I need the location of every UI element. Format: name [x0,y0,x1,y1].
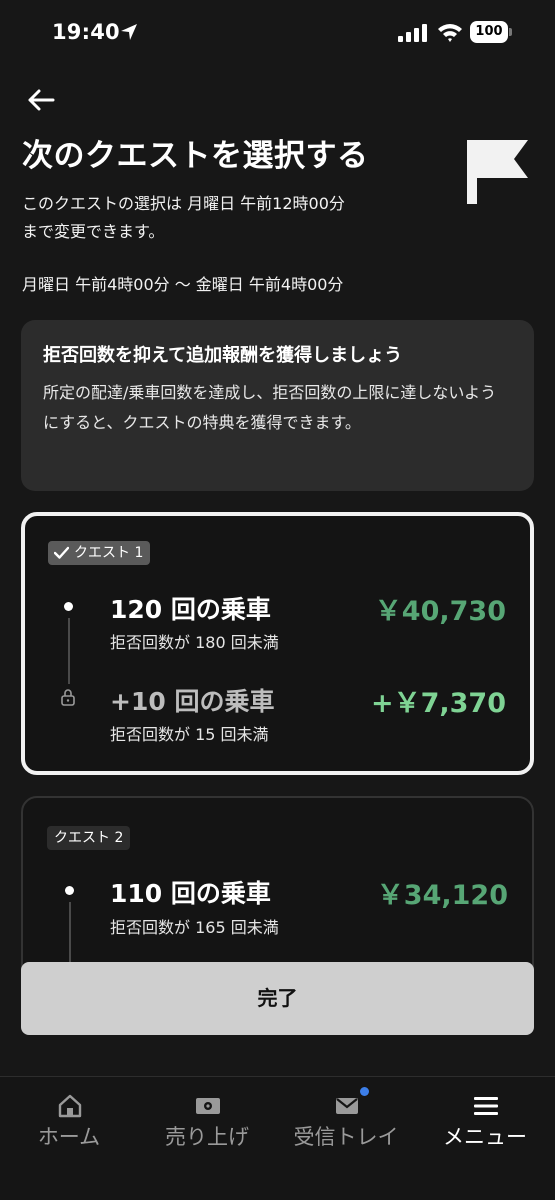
nav-label-inbox: 受信トレイ [293,1125,399,1149]
battery-indicator: 100 [470,21,512,43]
check-icon [54,546,69,559]
menu-icon [474,1097,498,1115]
tier-dot [65,886,74,895]
home-icon [58,1094,82,1118]
nav-item-earnings[interactable]: 売り上げ [138,1077,276,1167]
tier-connector-line [68,618,70,684]
tier-label: +10 回の乗車 [110,687,275,716]
info-box: 拒否回数を抑えて追加報酬を獲得しましょう 所定の配達/乗車回数を達成し、拒否回数… [21,320,534,491]
quest-tag-label: クエスト 2 [54,830,124,846]
deadline-text: このクエストの選択は 月曜日 午前12時00分 まで変更できます。 [22,190,442,246]
deadline-line-1: このクエストの選択は 月曜日 午前12時00分 [22,194,345,213]
notification-badge [360,1087,369,1096]
inbox-icon [336,1098,358,1114]
tier-condition: 拒否回数が 180 回未満 [110,633,279,652]
battery-tip [509,28,512,36]
nav-label-menu: メニュー [443,1125,527,1149]
tier-reward: ￥34,120 [376,880,508,911]
nav-item-inbox[interactable]: 受信トレイ [277,1077,415,1167]
tier-label: 120 回の乗車 [110,595,271,624]
nav-item-home[interactable]: ホーム [0,1077,138,1167]
tier-reward: ￥40,730 [374,596,506,627]
quest-tag-label: クエスト 1 [74,545,144,561]
status-bar: 19:40 100 [0,0,555,66]
earnings-icon [196,1098,220,1114]
back-arrow-icon[interactable] [26,86,56,114]
nav-label-home: ホーム [37,1125,101,1149]
info-body: 所定の配達/乗車回数を達成し、拒否回数の上限に達しないようにすると、クエストの特… [43,383,497,432]
battery-level: 100 [470,21,508,43]
deadline-line-2: まで変更できます。 [22,222,165,241]
flag-icon [467,140,528,204]
page-title: 次のクエストを選択する [22,138,369,174]
tier-label: 110 回の乗車 [110,879,271,908]
tier-condition: 拒否回数が 15 回未満 [110,725,269,744]
tier-connector-line [69,902,71,962]
nav-label-earnings: 売り上げ [165,1125,249,1149]
lock-icon [61,689,75,706]
quest-tag-1: クエスト 1 [48,541,151,565]
location-arrow-icon [121,24,137,40]
tier-dot [64,602,73,611]
done-button[interactable]: 完了 [21,962,534,1035]
tier-bonus-reward: +￥7,370 [370,688,506,719]
info-title: 拒否回数を抑えて追加報酬を獲得しましょう [43,345,403,366]
wifi-icon [438,24,462,42]
quest-period: 月曜日 午前4時00分 〜 金曜日 午前4時00分 [22,275,344,294]
quest-card-1[interactable]: クエスト 1 120 回の乗車 拒否回数が 180 回未満 ￥40,730 +1… [21,512,534,775]
status-time: 19:40 [52,20,120,44]
nav-item-menu[interactable]: メニュー [416,1077,554,1167]
bottom-nav: ホーム 売り上げ 受信トレイ メニュー [0,1076,555,1200]
quest-tag-2: クエスト 2 [47,826,131,850]
tier-condition: 拒否回数が 165 回未満 [110,918,279,937]
cellular-signal-icon [398,24,427,42]
